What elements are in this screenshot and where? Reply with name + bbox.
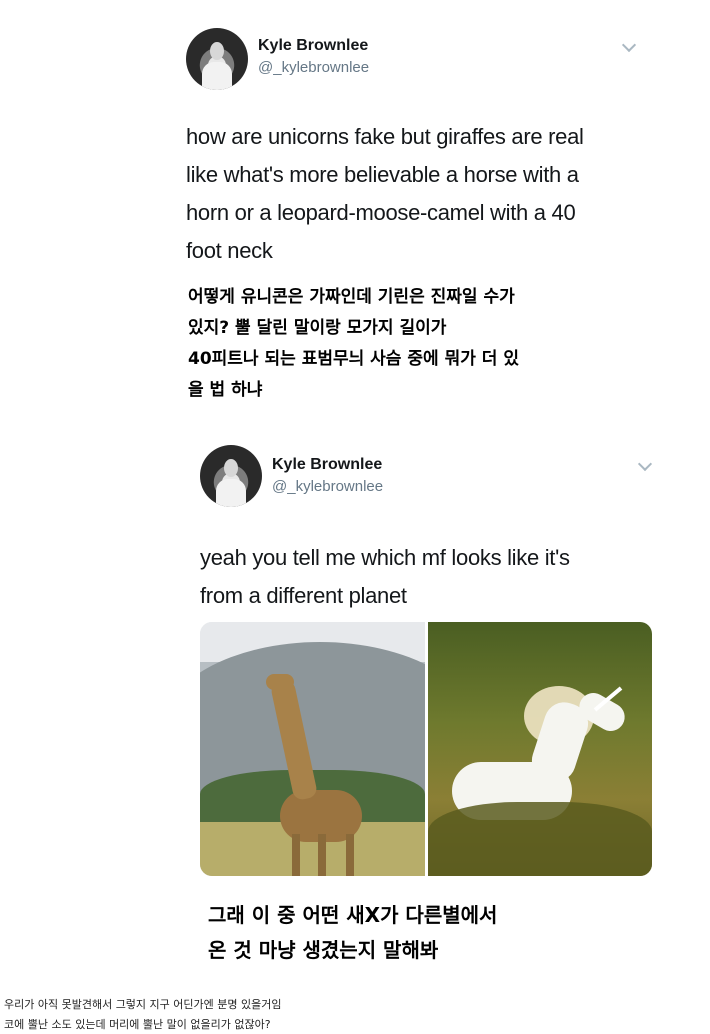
author-name[interactable]: Kyle Brownlee [272,456,382,474]
footer-comment-1: 우리가 아직 못발견해서 그렇지 지구 어딘가엔 분명 있을거임 [4,998,282,1011]
chevron-down-icon[interactable] [637,456,653,472]
translation-text: 그래 이 중 어떤 새X가 다른별에서 온 것 마냥 생겼는지 말해봐 [208,898,668,968]
tweet-2: Kyle Brownlee @_kylebrownlee yeah you te… [0,0,710,962]
avatar-head [224,459,238,477]
brush [428,802,652,876]
tweet-text: yeah you tell me which mf looks like it'… [200,539,670,615]
tweet-line: from a different planet [200,583,407,608]
translation-line: 그래 이 중 어떤 새X가 다른별에서 [208,903,498,927]
translation-line: 온 것 마냥 생겼는지 말해봐 [208,938,439,962]
giraffe-head [266,674,294,690]
unicorn-photo[interactable] [428,622,652,876]
footer-comment-2: 코에 뿔난 소도 있는데 머리에 뿔난 말이 없을리가 없잖아? [4,1018,271,1031]
giraffe-photo[interactable] [200,622,425,876]
tweet-line: yeah you tell me which mf looks like it'… [200,545,570,570]
giraffe-leg [346,834,354,876]
author-handle[interactable]: @_kylebrownlee [272,478,383,495]
avatar-shirt [216,479,246,507]
avatar[interactable] [200,445,262,507]
giraffe-leg [318,834,326,876]
giraffe-leg [292,834,300,876]
